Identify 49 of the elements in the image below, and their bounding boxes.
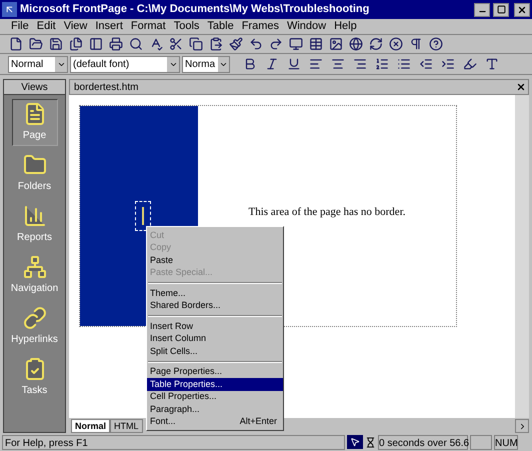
minimize-button[interactable] <box>474 2 490 16</box>
menu-item[interactable]: View <box>60 18 90 35</box>
scroll-right-button[interactable] <box>515 419 529 433</box>
context-menu-item[interactable]: Table Properties... <box>147 378 283 390</box>
view-button[interactable]: Tasks <box>12 354 58 401</box>
view-button[interactable]: Navigation <box>12 252 58 299</box>
close-icon <box>517 4 527 14</box>
context-menu-item[interactable]: Paragraph... <box>147 403 283 416</box>
cell-text: This area of the page has no border. <box>248 204 406 220</box>
maximize-button[interactable] <box>493 2 509 16</box>
status-timing: 0 seconds over 56.6 <box>378 434 468 450</box>
status-help: For Help, press F1 <box>2 434 345 450</box>
context-menu-item[interactable]: Split Cells... <box>147 345 283 358</box>
app-icon <box>2 2 17 17</box>
menu-item[interactable]: Format <box>128 18 169 35</box>
menu-item[interactable]: Table <box>204 18 237 35</box>
network-icon <box>22 253 46 281</box>
close-button[interactable] <box>514 2 530 16</box>
pointer-icon <box>347 435 363 449</box>
menu-item[interactable]: Help <box>331 18 360 35</box>
context-menu-item[interactable]: Cell Properties... <box>147 390 283 403</box>
view-tab[interactable]: HTML <box>110 419 143 433</box>
context-menu-item[interactable]: Insert Row <box>147 320 283 332</box>
view-button[interactable]: Reports <box>12 201 58 248</box>
menu-item[interactable]: Edit <box>34 18 59 35</box>
context-menu-item[interactable]: Paste <box>147 254 283 266</box>
views-header: Views <box>4 80 65 95</box>
combo-box[interactable]: Norma <box>182 56 230 72</box>
menu-item[interactable]: Frames <box>238 18 282 35</box>
menu-item[interactable]: Window <box>284 18 330 35</box>
view-tab[interactable]: Normal <box>71 419 110 433</box>
combo-box[interactable]: (default font) <box>70 56 180 72</box>
context-menu-item[interactable]: Shared Borders... <box>147 300 283 312</box>
menu-item[interactable]: Insert <box>92 18 126 35</box>
window-title: Microsoft FrontPage - C:\My Documents\My Webs\Troubleshooting <box>20 2 370 18</box>
hourglass-icon <box>365 436 376 448</box>
context-menu-item[interactable]: Insert Column <box>147 332 283 345</box>
status-pane <box>470 434 492 450</box>
view-button[interactable]: Hyperlinks <box>12 303 58 350</box>
num-lock-indicator: NUM <box>494 434 518 450</box>
combo-box[interactable]: Normal <box>8 56 68 72</box>
maximize-icon <box>496 5 506 14</box>
context-menu-item[interactable]: Page Properties... <box>147 366 283 378</box>
context-menu-item[interactable]: Font... Alt+Enter <box>147 416 283 428</box>
menu-item[interactable]: File <box>8 18 32 35</box>
link-icon <box>22 304 46 332</box>
context-menu-item[interactable]: Theme... <box>147 287 283 300</box>
view-button[interactable]: Folders <box>12 150 58 197</box>
menu-item[interactable]: Tools <box>170 18 202 35</box>
